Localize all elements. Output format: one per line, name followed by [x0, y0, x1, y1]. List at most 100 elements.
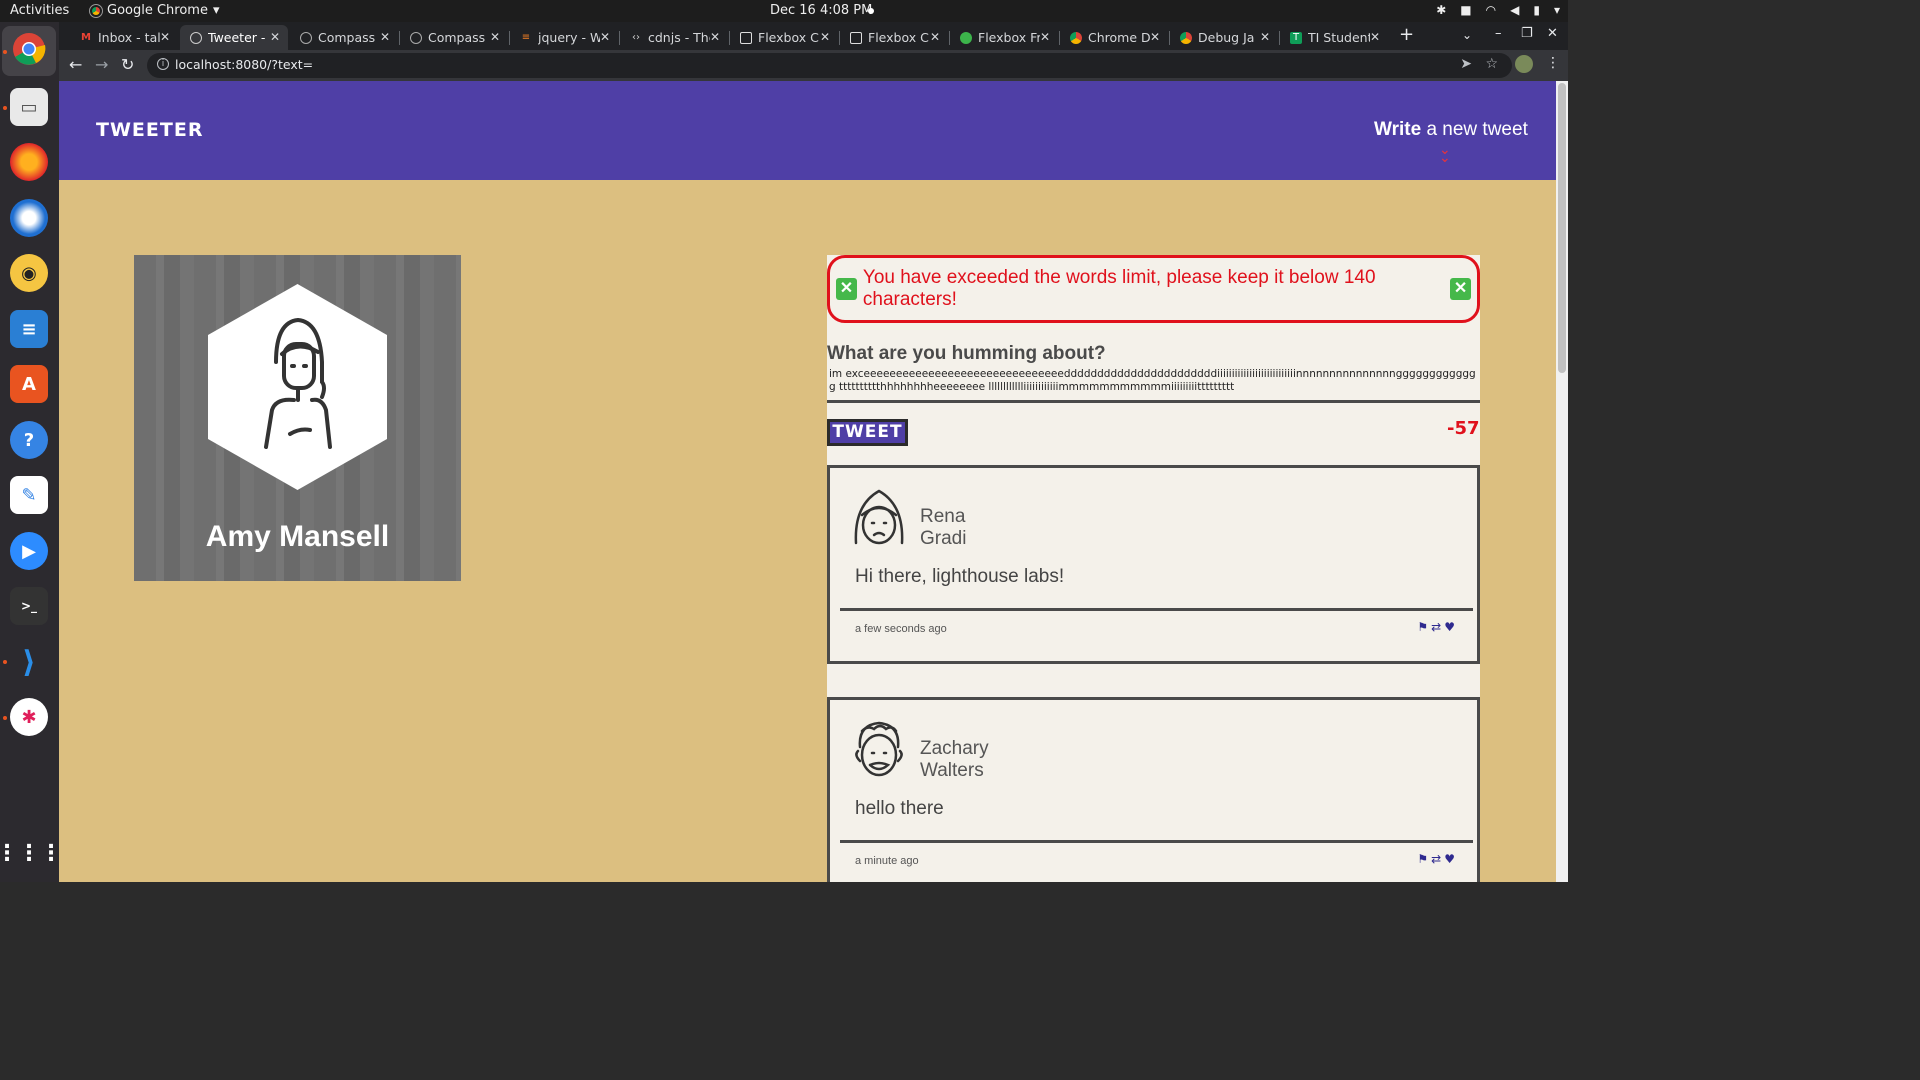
software-center-icon[interactable]: A	[10, 365, 48, 403]
close-tab-icon[interactable]: ✕	[930, 30, 940, 44]
user-avatar-icon	[855, 721, 903, 777]
close-tab-icon[interactable]: ✕	[600, 30, 610, 44]
write-rest: a new tweet	[1421, 119, 1528, 140]
info-icon[interactable]: i	[157, 58, 169, 70]
vscode-icon[interactable]: ⟩	[10, 643, 48, 681]
tweet-divider	[840, 840, 1473, 843]
close-tab-icon[interactable]: ✕	[1260, 30, 1270, 44]
retweet-icon[interactable]: ⇄	[1431, 620, 1441, 634]
user-avatar-icon	[854, 489, 904, 545]
close-tab-icon[interactable]: ✕	[490, 30, 500, 44]
heart-icon[interactable]: ♥	[1444, 620, 1455, 634]
tweet-card: Zachary Walters hello there a minute ago…	[827, 697, 1480, 882]
write-new-tweet-link[interactable]: Write a new tweet	[1374, 119, 1528, 141]
rhythmbox-icon[interactable]: ◉	[10, 254, 48, 292]
heart-icon[interactable]: ♥	[1444, 852, 1455, 866]
close-tab-icon[interactable]: ✕	[160, 30, 170, 44]
zoom-icon[interactable]: ▶	[10, 532, 48, 570]
close-tab-icon[interactable]: ✕	[1370, 30, 1380, 44]
tab-title: Compass |	[428, 30, 490, 45]
stackoverflow-icon: ≡	[521, 31, 531, 43]
volume-icon[interactable]: ◀	[1510, 3, 1519, 17]
restore-icon[interactable]: ❐	[1521, 26, 1533, 41]
site-brand[interactable]: TWEETER	[96, 119, 203, 141]
back-icon[interactable]: ←	[69, 55, 82, 74]
tweet-button[interactable]: TWEET	[827, 419, 908, 446]
activities-button[interactable]: Activities	[10, 3, 69, 18]
tab-compass-2[interactable]: Compass | ✕	[400, 25, 508, 50]
close-tab-icon[interactable]: ✕	[1150, 30, 1160, 44]
close-tab-icon[interactable]: ✕	[1040, 30, 1050, 44]
page-scrollbar[interactable]	[1556, 81, 1568, 882]
profile-avatar-icon[interactable]	[1515, 55, 1533, 73]
send-to-device-icon[interactable]: ➤	[1460, 56, 1472, 72]
battery-icon[interactable]: ▮	[1533, 3, 1540, 17]
chrome-icon	[89, 3, 103, 18]
tweet-timestamp: a few seconds ago	[855, 623, 947, 635]
writer-icon[interactable]: ≡	[10, 310, 48, 348]
close-tab-icon[interactable]: ✕	[270, 30, 280, 44]
tab-search-icon[interactable]: ⌄	[1462, 28, 1472, 42]
flag-icon[interactable]: ⚑	[1417, 620, 1428, 634]
system-menu-chevron-icon[interactable]: ▾	[1554, 3, 1560, 17]
bookmark-star-icon[interactable]: ☆	[1485, 56, 1498, 72]
text-editor-icon[interactable]: ✎	[10, 476, 48, 514]
tab-inbox[interactable]: M Inbox - tal ✕	[70, 25, 178, 50]
tab-flexbox-1[interactable]: Flexbox Ch ✕	[730, 25, 838, 50]
notification-dot	[868, 8, 874, 14]
app-menu[interactable]: Google Chrome ▾	[89, 3, 220, 18]
minimize-icon[interactable]: –	[1495, 26, 1502, 41]
application-dock: ▭ ◉ ≡ A ? ✎ ▶ >_ ⟩ ✱ ⋮⋮⋮	[0, 22, 62, 882]
url-text[interactable]: localhost:8080/?text=	[175, 57, 313, 72]
tab-chrome-devtools[interactable]: Chrome D ✕	[1060, 25, 1168, 50]
close-tab-icon[interactable]: ✕	[380, 30, 390, 44]
chrome-icon	[1180, 31, 1192, 44]
close-tab-icon[interactable]: ✕	[820, 30, 830, 44]
show-applications-icon[interactable]: ⋮⋮⋮	[0, 834, 62, 872]
chrome-menu-icon[interactable]: ⋮	[1546, 55, 1560, 71]
tab-debug-js[interactable]: Debug Ja ✕	[1170, 25, 1278, 50]
chrome-dock-icon[interactable]	[10, 30, 48, 68]
firefox-icon[interactable]	[10, 143, 48, 181]
scrollbar-thumb[interactable]	[1558, 83, 1566, 373]
double-chevron-down-icon[interactable]: ⌄ ⌄	[1439, 143, 1451, 165]
close-window-icon[interactable]: ✕	[1547, 26, 1558, 41]
gmail-icon: M	[81, 31, 91, 43]
flag-icon[interactable]: ⚑	[1417, 852, 1428, 866]
tab-title: Tweeter - l	[208, 30, 270, 45]
system-tray[interactable]: ✱ ■ ◠ ◀ ▮ ▾	[1436, 3, 1560, 17]
zoom-tray-icon[interactable]: ■	[1460, 3, 1471, 17]
tab-compass-1[interactable]: Compass | ✕	[290, 25, 398, 50]
profile-card: Amy Mansell	[134, 255, 461, 581]
retweet-icon[interactable]: ⇄	[1431, 852, 1441, 866]
tab-tweeter[interactable]: Tweeter - l ✕	[180, 25, 288, 50]
terminal-icon[interactable]: >_	[10, 587, 48, 625]
tab-ti-student[interactable]: T TI Student ✕	[1280, 25, 1388, 50]
cross-mark-icon: ✕	[836, 278, 857, 300]
tweet-textarea[interactable]: im exceeeeeeeeeeeeeeeeeeeeeeeeeeeeeeeddd…	[827, 367, 1480, 403]
compass-icon	[410, 31, 422, 44]
help-icon[interactable]: ?	[10, 421, 48, 459]
author-first-name: Rena	[920, 506, 966, 527]
slack-icon[interactable]: ✱	[10, 698, 48, 736]
user-avatar-icon	[208, 284, 387, 490]
clock[interactable]: Dec 16 4:08 PM	[770, 3, 872, 18]
error-message: You have exceeded the words limit, pleas…	[862, 267, 1376, 310]
wifi-icon[interactable]: ◠	[1486, 3, 1496, 17]
tab-cdnjs[interactable]: ‹› cdnjs - The ✕	[620, 25, 728, 50]
tab-flexbox-2[interactable]: Flexbox Ch ✕	[840, 25, 948, 50]
new-tab-button[interactable]: +	[1399, 24, 1414, 45]
compass-icon	[300, 31, 312, 44]
tab-flexbox-froggy[interactable]: Flexbox Fr ✕	[950, 25, 1058, 50]
reload-icon[interactable]: ↻	[121, 55, 134, 74]
tab-jquery[interactable]: ≡ jquery - W ✕	[510, 25, 618, 50]
slack-tray-icon[interactable]: ✱	[1436, 3, 1446, 17]
thunderbird-icon[interactable]	[10, 199, 48, 237]
address-bar[interactable]: i localhost:8080/?text= ➤ ☆	[147, 53, 1512, 78]
files-icon[interactable]: ▭	[10, 88, 48, 126]
running-indicator	[3, 716, 7, 720]
tweet-content: hello there	[855, 798, 944, 819]
close-tab-icon[interactable]: ✕	[710, 30, 720, 44]
tweet-author: Zachary Walters	[920, 738, 1040, 782]
forward-icon[interactable]: →	[95, 55, 108, 74]
